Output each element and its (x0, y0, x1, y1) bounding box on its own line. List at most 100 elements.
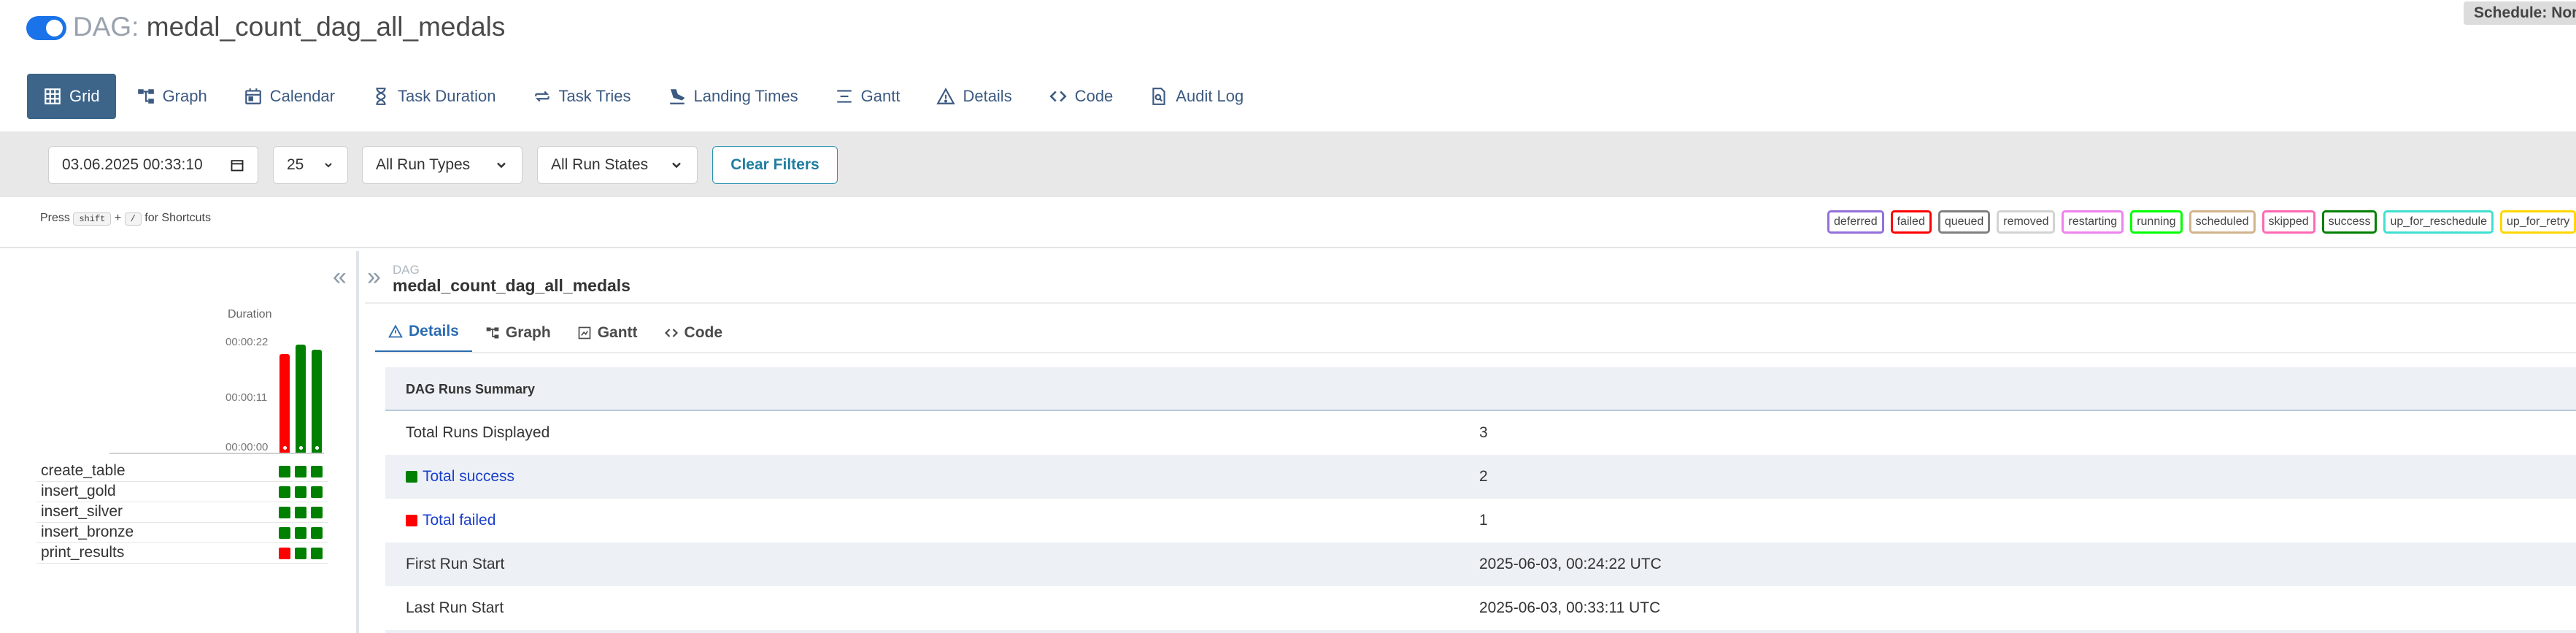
task-instance-cell[interactable] (279, 548, 290, 559)
tab-details[interactable]: Details (920, 74, 1027, 119)
task-instance-cell[interactable] (279, 527, 290, 539)
total-failed-link[interactable]: Total failed (406, 512, 495, 529)
row-key: Total success (423, 468, 515, 485)
subtab-details[interactable]: Details (375, 312, 472, 353)
tab-task-tries[interactable]: Task Tries (517, 74, 647, 119)
run-state-select[interactable]: All Run States (537, 146, 698, 184)
schedule-badge: Schedule: Non (2464, 1, 2576, 25)
table-row: Total Runs Displayed 3 (385, 411, 2576, 455)
summary-title: DAG Runs Summary (406, 381, 536, 396)
tab-code[interactable]: Code (1033, 74, 1130, 119)
tab-label: Gantt (860, 87, 901, 105)
breadcrumb-dag-name[interactable]: medal_count_dag_all_medals (393, 276, 630, 296)
task-name[interactable]: insert_silver (41, 503, 123, 521)
panel-splitter[interactable] (356, 251, 359, 633)
subtab-label: Graph (505, 324, 551, 341)
legend-scheduled[interactable]: scheduled (2189, 210, 2256, 234)
legend-skipped[interactable]: skipped (2261, 210, 2315, 234)
legend-failed[interactable]: failed (1890, 210, 1932, 234)
subtab-code[interactable]: Code (651, 312, 736, 353)
table-row (385, 630, 2576, 633)
row-value: 2 (1479, 468, 1488, 485)
task-instance-cell[interactable] (311, 466, 323, 477)
task-instance-cell[interactable] (295, 486, 306, 498)
detail-tabs: Details Graph Gantt Code (375, 312, 736, 353)
task-name[interactable]: create_table (41, 462, 126, 480)
base-date-input[interactable]: 03.06.2025 00:33:10 (48, 146, 258, 184)
task-instance-cell[interactable] (279, 507, 290, 518)
shift-key: shift (73, 212, 112, 226)
legend-restarting[interactable]: restarting (2062, 210, 2124, 234)
tab-graph[interactable]: Graph (120, 74, 223, 119)
legend-success[interactable]: success (2321, 210, 2378, 234)
task-instance-cell[interactable] (311, 486, 323, 498)
legend-running[interactable]: running (2130, 210, 2183, 234)
task-name[interactable]: insert_gold (41, 483, 116, 500)
gantt-icon (578, 326, 591, 339)
legend-up-for-reschedule[interactable]: up_for_reschedule (2383, 210, 2494, 234)
tab-label: Code (1074, 87, 1114, 105)
task-instance-cell[interactable] (295, 466, 306, 477)
code-icon (664, 329, 678, 337)
tab-calendar[interactable]: Calendar (228, 74, 351, 119)
task-instance-cell[interactable] (311, 548, 323, 559)
warning-icon (936, 88, 956, 104)
row-key: Last Run Start (406, 599, 504, 616)
subtab-gantt[interactable]: Gantt (564, 312, 651, 353)
task-name[interactable]: print_results (41, 544, 124, 561)
run-duration-bar[interactable] (312, 350, 322, 453)
tab-task-duration[interactable]: Task Duration (355, 74, 512, 119)
legend-queued[interactable]: queued (1937, 210, 1991, 234)
run-type-icon (315, 446, 319, 450)
row-key: Total Runs Displayed (406, 424, 550, 441)
clear-filters-button[interactable]: Clear Filters (712, 146, 838, 184)
legend-deferred[interactable]: deferred (1827, 210, 1884, 234)
task-instance-cell[interactable] (279, 466, 290, 477)
tab-landing-times[interactable]: Landing Times (652, 74, 814, 119)
task-instance-cell[interactable] (311, 527, 323, 539)
subtab-label: Details (409, 323, 459, 339)
tab-grid[interactable]: Grid (27, 74, 116, 119)
legend-up-for-retry[interactable]: up_for_retry (2500, 210, 2576, 234)
dag-pause-toggle[interactable] (26, 16, 66, 40)
table-row: Total success 2 (385, 455, 2576, 499)
task-instance-cell[interactable] (295, 548, 306, 559)
landing-icon (669, 89, 685, 104)
row-divider (36, 481, 328, 482)
run-duration-bar[interactable] (296, 345, 306, 453)
legend-removed[interactable]: removed (1997, 210, 2056, 234)
audit-icon (1152, 88, 1165, 105)
subtab-graph[interactable]: Graph (472, 312, 564, 353)
run-duration-bar[interactable] (279, 354, 290, 453)
view-tabs: Grid Graph Calendar Task Duration Task T… (27, 74, 1264, 119)
divider (365, 302, 2576, 304)
tab-gantt[interactable]: Gantt (819, 74, 917, 119)
run-type-icon (282, 446, 287, 450)
tab-audit-log[interactable]: Audit Log (1133, 74, 1260, 119)
table-row: First Run Start 2025-06-03, 00:24:22 UTC (385, 542, 2576, 586)
collapse-grid-icon[interactable]: « (333, 263, 347, 291)
code-icon (1049, 91, 1067, 102)
num-runs-select[interactable]: 25 (273, 146, 348, 184)
retry-icon (534, 91, 549, 102)
task-instance-cell[interactable] (295, 507, 306, 518)
chevron-down-icon (497, 162, 506, 169)
shortcuts-prefix: Press (40, 212, 70, 224)
task-instance-cell[interactable] (295, 527, 306, 539)
run-type-select[interactable]: All Run Types (362, 146, 522, 184)
expand-details-icon[interactable]: » (367, 263, 381, 291)
task-instance-cell[interactable] (311, 507, 323, 518)
filter-bar: 03.06.2025 00:33:10 25 All Run Types All… (0, 131, 2576, 197)
dag-name: medal_count_dag_all_medals (146, 12, 506, 42)
dag-prefix: DAG: (73, 12, 139, 42)
task-instance-cell[interactable] (279, 486, 290, 498)
gantt-icon (836, 90, 852, 103)
total-success-link[interactable]: Total success (406, 468, 514, 486)
graph-icon (137, 89, 154, 104)
divider (375, 352, 2576, 353)
task-name[interactable]: insert_bronze (41, 523, 134, 541)
shortcuts-hint: Press shift + / for Shortcuts (40, 212, 211, 226)
run-state-value: All Run States (551, 156, 649, 173)
row-value: 2025-06-03, 00:33:11 UTC (1479, 599, 1661, 616)
tab-label: Landing Times (693, 87, 798, 105)
